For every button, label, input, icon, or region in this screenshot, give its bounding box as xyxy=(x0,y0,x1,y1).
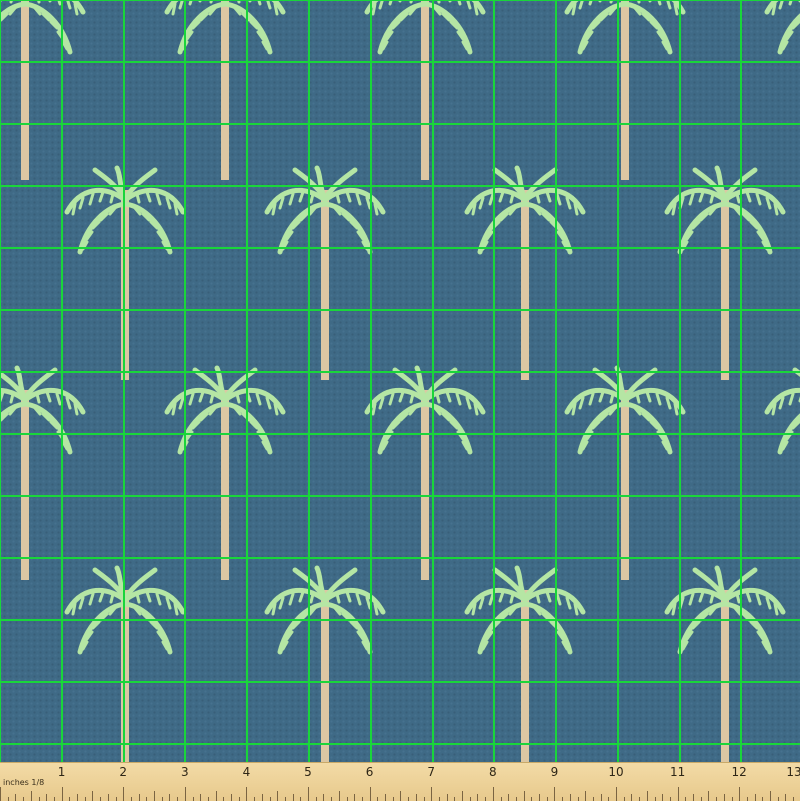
ruler-tick xyxy=(123,787,125,801)
ruler-number: 7 xyxy=(427,765,436,779)
ruler-tick xyxy=(654,797,656,801)
ruler-number: 10 xyxy=(608,765,624,779)
ruler-tick xyxy=(38,797,40,801)
ruler-tick xyxy=(431,787,433,801)
ruler-number: 1 xyxy=(57,765,66,779)
ruler-tick xyxy=(592,797,594,801)
ruler-tick xyxy=(238,797,240,801)
ruler-tick xyxy=(515,797,517,801)
ruler-tick xyxy=(546,797,548,801)
ruler-tick xyxy=(315,797,317,801)
ruler-tick xyxy=(254,797,256,801)
ruler-number: 9 xyxy=(550,765,559,779)
ruler-tick xyxy=(554,787,556,801)
ruler-tick xyxy=(284,797,286,801)
ruler-tick xyxy=(608,797,610,801)
ruler-tick xyxy=(469,797,471,801)
ruler-tick xyxy=(192,797,194,801)
ruler-tick xyxy=(223,797,225,801)
ruler-number: 13 xyxy=(786,765,800,779)
ruler-tick xyxy=(731,797,733,801)
ruler-tick xyxy=(61,787,63,801)
ruler-number: 3 xyxy=(180,765,189,779)
ruler-tick xyxy=(454,797,456,801)
ruler-tick xyxy=(577,797,579,801)
ruler-tick xyxy=(146,797,148,801)
ruler-tick xyxy=(762,797,764,801)
ruler-tick xyxy=(392,797,394,801)
ruler-number: 5 xyxy=(304,765,312,779)
ruler-tick xyxy=(746,797,748,801)
ruler-tick xyxy=(161,797,163,801)
ruler-tick xyxy=(562,797,564,801)
ruler-number: 11 xyxy=(669,765,686,779)
ruler-tick xyxy=(369,787,371,801)
ruler-tick xyxy=(7,797,9,801)
ruler-tick xyxy=(361,797,363,801)
fabric-swatch: inches 1/8 1 2 3 4 5 6 7 8 9 10 11 12 13 xyxy=(0,0,800,801)
ruler-tick xyxy=(739,787,741,801)
ruler-tick xyxy=(500,797,502,801)
ruler-tick xyxy=(331,797,333,801)
ruler-tick xyxy=(377,797,379,801)
ruler-tick xyxy=(115,797,117,801)
ruler-tick xyxy=(184,787,186,801)
ruler-tick xyxy=(207,797,209,801)
ruler-tick xyxy=(423,797,425,801)
ruler-tick xyxy=(623,797,625,801)
ruler-tick xyxy=(616,787,617,801)
ruler-tick xyxy=(700,797,702,801)
ruler-tick xyxy=(84,797,86,801)
ruler-tick xyxy=(485,797,487,801)
ruler-tick xyxy=(246,787,248,801)
ruler-tick xyxy=(677,787,679,801)
ruler-tick xyxy=(408,797,410,801)
ruler-tick xyxy=(531,797,533,801)
ruler-tick xyxy=(53,797,55,801)
measuring-ruler: inches 1/8 1 2 3 4 5 6 7 8 9 10 11 12 13 xyxy=(0,762,800,801)
ruler-number: 4 xyxy=(242,765,251,779)
ruler-tick xyxy=(23,797,25,801)
ruler-tick xyxy=(639,797,641,801)
ruler-tick xyxy=(669,797,671,801)
ruler-tick xyxy=(793,797,795,801)
ruler-number: 6 xyxy=(365,765,374,779)
ruler-tick xyxy=(308,787,309,801)
ruler-tick xyxy=(685,797,687,801)
ruler-tick xyxy=(716,797,718,801)
ruler-tick xyxy=(492,787,494,801)
ruler-number: 8 xyxy=(488,765,497,779)
ruler-tick xyxy=(269,797,271,801)
ruler-tick xyxy=(438,797,440,801)
ruler-tick xyxy=(777,797,779,801)
ruler-tick xyxy=(100,797,102,801)
ruler-number: 12 xyxy=(731,765,747,779)
ruler-tick xyxy=(346,797,348,801)
ruler-tick xyxy=(300,797,302,801)
palm-tree-pattern xyxy=(0,0,800,762)
ruler-tick xyxy=(69,797,71,801)
ruler-tick xyxy=(0,787,1,801)
ruler-unit-label: inches 1/8 xyxy=(3,778,45,787)
ruler-tick xyxy=(130,797,132,801)
ruler-tick xyxy=(177,797,179,801)
ruler-number: 2 xyxy=(119,765,128,779)
